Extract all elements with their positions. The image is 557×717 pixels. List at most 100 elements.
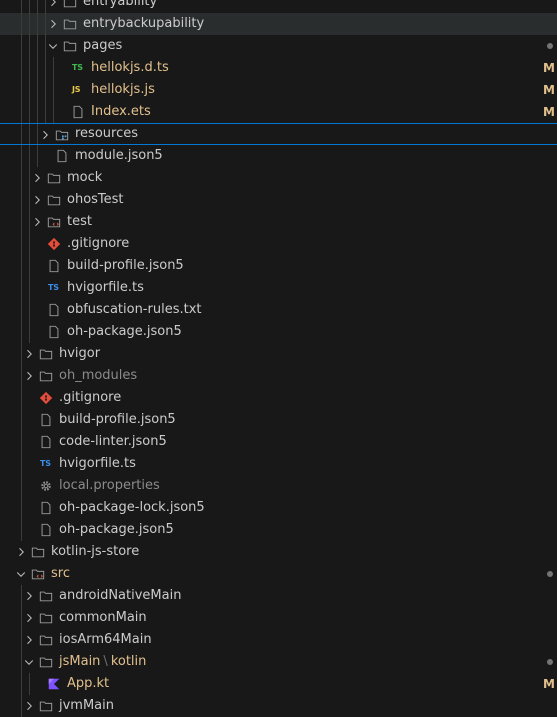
tree-file-row[interactable]: build-profile.json5 [0,255,557,277]
tree-file-row[interactable]: TS hvigorfile.ts [0,453,557,475]
tree-item-name: build-profile.json5 [59,412,176,427]
tree-item-label: hellokjs.js [91,79,155,101]
indent-guide [37,79,38,101]
tree-folder-row[interactable]: hvigor [0,343,557,365]
tree-item-label: test [67,211,92,233]
tree-file-row[interactable]: TS hellokjs.d.ts M [0,57,557,79]
kotlin-icon [47,673,63,695]
tree-item-label: src [51,563,70,585]
tree-file-row[interactable]: oh-package.json5 [0,321,557,343]
tree-file-row[interactable]: code-linter.json5 [0,431,557,453]
indent-guide [53,101,54,123]
indent-guide [21,607,22,629]
tree-folder-row[interactable]: resources [0,123,557,145]
indent-guide [21,519,22,541]
indent-guide [29,673,30,695]
indent-guide [21,409,22,431]
indent-guide [29,101,30,123]
tree-folder-row[interactable]: entrybackupability [0,13,557,35]
indent-guide [29,299,30,321]
indent-guide [21,629,22,651]
typescript-icon: TS [40,459,51,468]
tree-folder-row[interactable]: pages [0,35,557,57]
folder-icon [31,541,47,563]
tree-file-row[interactable]: oh-package-lock.json5 [0,497,557,519]
tree-folder-row[interactable]: oh_modules [0,365,557,387]
tree-item-name: mock [67,170,103,185]
chevron-right-icon[interactable] [31,189,43,211]
tree-file-row[interactable]: module.json5 [0,145,557,167]
tree-file-row[interactable]: obfuscation-rules.txt [0,299,557,321]
tree-folder-row[interactable]: test [0,211,557,233]
tree-item-name: oh-package-lock.json5 [59,500,205,515]
tree-file-row[interactable]: local.properties [0,475,557,497]
folder-icon [47,167,63,189]
tree-file-row[interactable]: App.kt M [0,673,557,695]
tree-item-name: hvigorfile.ts [59,456,136,471]
tree-file-row[interactable]: build-profile.json5 [0,409,557,431]
tree-item-name: src [51,566,70,581]
tree-file-row[interactable]: TS hvigorfile.ts [0,277,557,299]
chevron-down-icon[interactable] [23,651,35,673]
indent-guide [21,0,22,13]
chevron-right-icon[interactable] [47,0,59,13]
chevron-right-icon[interactable] [23,607,35,629]
indent-guide [21,387,22,409]
chevron-down-icon[interactable] [47,35,59,57]
indent-guide [29,321,30,343]
indent-guide [45,57,46,79]
typescript-icon: TS [48,283,59,292]
indent-guide [21,343,22,365]
chevron-right-icon[interactable] [47,13,59,35]
tree-folder-row[interactable]: entryability [0,0,557,13]
chevron-right-icon[interactable] [31,167,43,189]
indent-guide [21,365,22,387]
indent-guide [29,0,30,13]
file-explorer-tree: entryability entrybackupability pages TS hel… [0,0,557,717]
tree-folder-row[interactable]: mock [0,167,557,189]
indent-guide [37,124,38,144]
tree-file-row[interactable]: .gitignore [0,233,557,255]
tree-item-name: test [67,214,92,229]
tree-item-name: iosArm64Main [59,632,152,647]
tree-folder-row[interactable]: commonMain [0,607,557,629]
source-folder-icon [31,563,47,585]
folder-icon [39,607,55,629]
git-icon [39,387,55,409]
indent-guide [29,145,30,167]
indent-guide [21,211,22,233]
tree-file-row[interactable]: oh-package.json5 [0,519,557,541]
chevron-right-icon[interactable] [23,585,35,607]
chevron-right-icon[interactable] [39,124,51,146]
tree-file-row[interactable]: .gitignore [0,387,557,409]
indent-guide [21,255,22,277]
indent-guide [21,277,22,299]
resources-folder-icon [55,124,71,146]
chevron-right-icon[interactable] [23,365,35,387]
chevron-right-icon[interactable] [23,343,35,365]
tree-file-row[interactable]: JS hellokjs.js M [0,79,557,101]
folder-icon [39,585,55,607]
git-icon [47,233,63,255]
file-icon [47,255,63,277]
tree-item-name: oh-package.json5 [67,324,182,339]
tree-folder-row[interactable]: src [0,563,557,585]
tree-folder-row[interactable]: kotlin-js-store [0,541,557,563]
chevron-right-icon[interactable] [31,211,43,233]
tree-file-row[interactable]: Index.ets M [0,101,557,123]
tree-item-name: entryability [83,0,158,9]
chevron-right-icon[interactable] [15,541,27,563]
indent-guide [37,13,38,35]
tree-item-label: oh-package.json5 [67,321,182,343]
tree-folder-row[interactable]: iosArm64Main [0,629,557,651]
indent-guide [45,13,46,35]
tree-folder-row[interactable]: jsMain \ kotlin [0,651,557,673]
tree-item-subfolder-name[interactable]: kotlin [111,654,147,669]
tree-folder-row[interactable]: ohosTest [0,189,557,211]
chevron-right-icon[interactable] [23,629,35,651]
chevron-down-icon[interactable] [15,563,27,585]
tree-folder-row[interactable]: androidNativeMain [0,585,557,607]
typescript-icon: TS [72,63,83,72]
indent-guide [53,57,54,79]
indent-guide [21,13,22,35]
